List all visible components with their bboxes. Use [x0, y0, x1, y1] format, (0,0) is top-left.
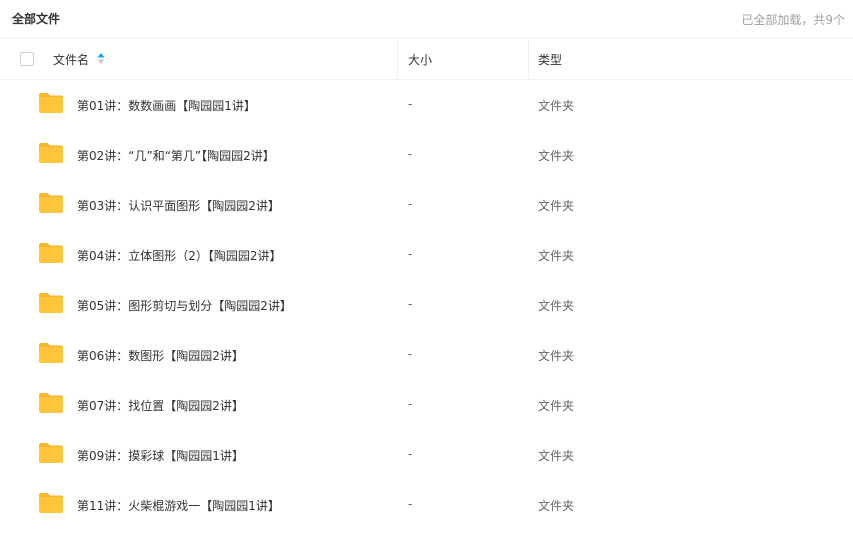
file-name[interactable]: 第02讲：“几”和“第几”【陶园园2讲】	[77, 147, 275, 164]
file-size: -	[408, 397, 413, 411]
column-header-name[interactable]: 文件名	[53, 51, 89, 68]
file-row[interactable]: 第04讲：立体图形（2）【陶园园2讲】 - 文件夹	[0, 230, 853, 280]
file-type: 文件夹	[538, 99, 575, 113]
file-name[interactable]: 第07讲：找位置【陶园园2讲】	[77, 397, 244, 414]
file-type: 文件夹	[538, 349, 575, 363]
select-all-checkbox[interactable]	[20, 52, 34, 66]
file-name[interactable]: 第06讲：数图形【陶园园2讲】	[77, 347, 244, 364]
folder-icon	[38, 292, 64, 314]
file-row[interactable]: 第01讲：数数画画【陶园园1讲】 - 文件夹	[0, 80, 853, 130]
file-type: 文件夹	[538, 199, 575, 213]
file-row[interactable]: 第03讲：认识平面图形【陶园园2讲】 - 文件夹	[0, 180, 853, 230]
file-row[interactable]: 第07讲：找位置【陶园园2讲】 - 文件夹	[0, 380, 853, 430]
file-size: -	[408, 197, 413, 211]
file-row[interactable]: 第02讲：“几”和“第几”【陶园园2讲】 - 文件夹	[0, 130, 853, 180]
folder-icon	[38, 242, 64, 264]
file-row[interactable]: 第06讲：数图形【陶园园2讲】 - 文件夹	[0, 330, 853, 380]
file-type: 文件夹	[538, 399, 575, 413]
column-divider[interactable]	[528, 39, 529, 80]
page-title: 全部文件	[12, 12, 61, 26]
file-type: 文件夹	[538, 449, 575, 463]
file-row[interactable]: 第05讲：图形剪切与划分【陶园园2讲】 - 文件夹	[0, 280, 853, 330]
file-name[interactable]: 第11讲：火柴棍游戏一【陶园园1讲】	[77, 497, 280, 514]
file-size: -	[408, 447, 413, 461]
file-size: -	[408, 147, 413, 161]
folder-icon	[38, 492, 64, 514]
folder-icon	[38, 342, 64, 364]
column-header-size[interactable]: 大小	[408, 51, 432, 68]
folder-icon	[38, 92, 64, 114]
sort-ascending-icon[interactable]	[97, 52, 105, 65]
folder-icon	[38, 442, 64, 464]
file-size: -	[408, 347, 413, 361]
column-header-type[interactable]: 类型	[538, 51, 562, 68]
folder-icon	[38, 192, 64, 214]
file-size: -	[408, 297, 413, 311]
file-name[interactable]: 第03讲：认识平面图形【陶园园2讲】	[77, 197, 280, 214]
file-row[interactable]: 第11讲：火柴棍游戏一【陶园园1讲】 - 文件夹	[0, 480, 853, 530]
file-type: 文件夹	[538, 299, 575, 313]
load-status: 已全部加载，共9个	[741, 13, 845, 27]
file-name[interactable]: 第05讲：图形剪切与划分【陶园园2讲】	[77, 297, 292, 314]
file-size: -	[408, 247, 413, 261]
file-name[interactable]: 第04讲：立体图形（2）【陶园园2讲】	[77, 247, 282, 264]
file-type: 文件夹	[538, 499, 575, 513]
file-table-header: 文件名 大小 类型	[0, 39, 853, 80]
folder-icon	[38, 392, 64, 414]
folder-icon	[38, 142, 64, 164]
top-bar: 全部文件 已全部加载，共9个	[0, 0, 853, 38]
file-type: 文件夹	[538, 149, 575, 163]
file-name[interactable]: 第09讲：摸彩球【陶园园1讲】	[77, 447, 244, 464]
file-size: -	[408, 497, 413, 511]
file-size: -	[408, 97, 413, 111]
file-row[interactable]: 第09讲：摸彩球【陶园园1讲】 - 文件夹	[0, 430, 853, 480]
file-type: 文件夹	[538, 249, 575, 263]
column-divider[interactable]	[397, 39, 398, 80]
file-name[interactable]: 第01讲：数数画画【陶园园1讲】	[77, 97, 256, 114]
